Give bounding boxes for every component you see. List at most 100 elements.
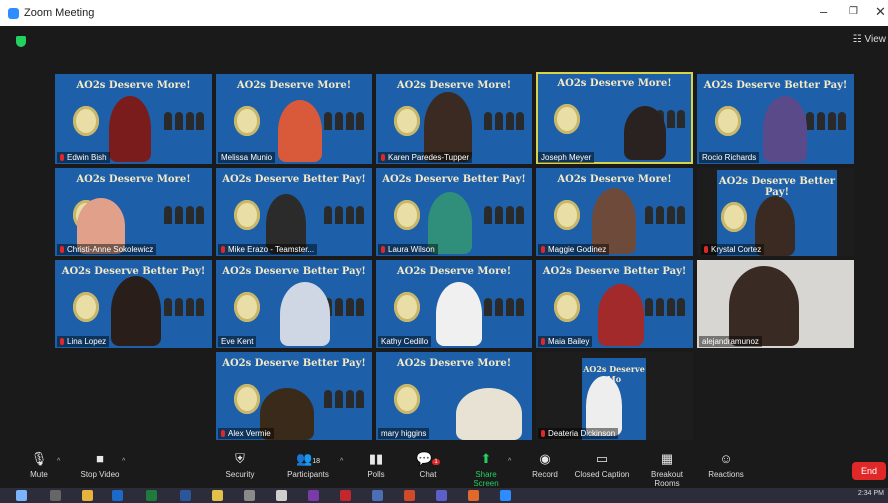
share-options-chevron-icon[interactable]: ^ (508, 458, 511, 465)
participant-tile[interactable]: AO2s Deserve Better Pay! Lina Lopez (55, 260, 212, 348)
participant-tile[interactable]: AO2s Deserve Better Pay! Eve Kent (216, 260, 372, 348)
file-explorer-icon[interactable] (212, 490, 223, 501)
mascot-group-icon (164, 198, 204, 224)
reactions-button[interactable]: ☺ Reactions (708, 452, 744, 480)
video-options-chevron-icon[interactable]: ^ (122, 458, 125, 465)
tile-banner: AO2s Deserve More! (396, 358, 512, 369)
participants-options-chevron-icon[interactable]: ^ (340, 458, 343, 465)
participant-tile[interactable]: AO2s Deserve More! mary higgins (376, 352, 532, 440)
seal-logo-icon (554, 104, 580, 134)
participant-tile[interactable]: AO2s Deserve Better Pay! Mike Erazo - Te… (216, 168, 372, 256)
muted-mic-icon (60, 154, 64, 161)
mascot-group-icon (484, 104, 524, 130)
view-button[interactable]: ☷ View (853, 34, 886, 45)
seal-logo-icon (554, 200, 580, 230)
active-speaker-tile[interactable]: AO2s Deserve More! Joseph Meyer (536, 72, 693, 164)
participant-tile[interactable]: AO2s Deserve Better Pay! Maia Bailey (536, 260, 693, 348)
participant-tile[interactable]: alejandramunoz (697, 260, 854, 348)
seal-logo-icon (394, 384, 420, 414)
stop-video-button[interactable]: ■ Stop Video (80, 452, 120, 480)
seal-logo-icon (721, 202, 747, 232)
close-icon[interactable]: ✕ (875, 4, 886, 20)
participant-name: Karen Paredes-Tupper (388, 153, 470, 162)
word-icon[interactable] (180, 490, 191, 501)
closed-caption-button[interactable]: ▭ Closed Caption (574, 452, 630, 480)
tile-banner: AO2s Deserve More! (236, 80, 352, 91)
start-icon[interactable] (16, 490, 27, 501)
participant-tile[interactable]: AO2s Deserve Better Pay! Rocio Richards (697, 74, 854, 164)
participant-name-tag: mary higgins (378, 428, 430, 439)
security-button[interactable]: ⛨ Security (224, 452, 256, 480)
share-screen-button[interactable]: ⬆ Share Screen (462, 452, 510, 489)
bar-chart-icon: ▮▮ (368, 451, 384, 466)
zoom-logo-icon (8, 7, 19, 19)
outlook-icon[interactable] (112, 490, 123, 501)
participant-tile[interactable]: AO2s Deserve Mo Deateria Dickinson (536, 352, 693, 440)
chat-unread-badge: 1 (432, 459, 440, 465)
participant-tile[interactable]: AO2s Deserve Better Pay! Krystal Cortez (697, 168, 854, 256)
participant-tile[interactable]: AO2s Deserve More! Kathy Cedillo (376, 260, 532, 348)
muted-mic-icon (60, 246, 64, 253)
excel-icon[interactable] (146, 490, 157, 501)
participant-tile[interactable]: AO2s Deserve More! Karen Paredes-Tupper (376, 74, 532, 164)
participant-tile[interactable]: AO2s Deserve More! Christi-Anne Sokolewi… (55, 168, 212, 256)
participant-name: Christi-Anne Sokolewicz (67, 245, 154, 254)
participant-name: Edwin Bish (67, 153, 107, 162)
stop-video-label: Stop Video (80, 470, 120, 479)
chat-button[interactable]: 💬 1 Chat (416, 452, 440, 479)
participant-video (278, 100, 322, 162)
view-label: View (864, 34, 887, 45)
participant-name-tag: Edwin Bish (57, 152, 110, 163)
participant-video (624, 106, 666, 160)
polls-label: Polls (367, 470, 385, 479)
participant-tile[interactable]: AO2s Deserve Better Pay! Laura Wilson (376, 168, 532, 256)
end-meeting-button[interactable]: End (852, 462, 886, 480)
teams-icon[interactable] (372, 490, 383, 501)
mute-label: Mute (30, 470, 48, 479)
chat-label: Chat (419, 470, 437, 479)
window-title: Zoom Meeting (24, 7, 95, 19)
participant-name-tag: Mike Erazo - Teamster... (218, 244, 318, 255)
tile-banner: AO2s Deserve Better Pay! (222, 358, 366, 369)
encryption-shield-icon[interactable] (16, 36, 26, 47)
task-view-icon[interactable] (50, 490, 61, 501)
tile-banner: AO2s Deserve More! (557, 174, 672, 185)
tile-banner: AO2s Deserve More! (557, 78, 672, 89)
participant-name-tag: Alex Vermie (218, 428, 274, 439)
mascot-group-icon (164, 290, 204, 316)
acrobat-icon[interactable] (340, 490, 351, 501)
participant-name-tag: Maggie Godinez (538, 244, 610, 255)
participant-name: Mike Erazo - Teamster... (228, 245, 315, 254)
zoom-taskbar-icon[interactable] (500, 490, 511, 501)
tile-banner: AO2s Deserve More! (396, 266, 512, 277)
participant-tile[interactable]: AO2s Deserve Better Pay! Alex Vermie (216, 352, 372, 440)
polls-button[interactable]: ▮▮ Polls (364, 451, 388, 480)
mascot-group-icon (645, 198, 685, 224)
participant-name: Krystal Cortez (711, 245, 762, 254)
participant-name-tag: Lina Lopez (57, 336, 110, 347)
mute-button[interactable]: 🎙 Mute (28, 452, 50, 480)
participant-name: Eve Kent (221, 337, 254, 346)
participants-button[interactable]: 👥18 Participants (286, 452, 330, 480)
system-clock[interactable]: 2:34 PM (858, 490, 884, 497)
reactions-label: Reactions (708, 470, 744, 479)
maximize-icon[interactable]: ❐ (849, 6, 858, 17)
audio-options-chevron-icon[interactable]: ^ (57, 458, 60, 465)
app-icon[interactable] (468, 490, 479, 501)
participant-tile[interactable]: AO2s Deserve More! Melissa Munio (216, 74, 372, 164)
participant-tile[interactable]: AO2s Deserve More! Edwin Bish (55, 74, 212, 164)
calculator-icon[interactable] (276, 490, 287, 501)
onenote-icon[interactable] (308, 490, 319, 501)
seal-logo-icon (234, 292, 260, 322)
record-button[interactable]: ◉ Record (530, 452, 560, 480)
muted-mic-icon (60, 338, 64, 345)
app-icon[interactable] (244, 490, 255, 501)
breakout-rooms-button[interactable]: ▦ Breakout Rooms (638, 452, 696, 489)
chrome-icon[interactable] (82, 490, 93, 501)
participant-video (280, 282, 330, 346)
app-icon[interactable] (436, 490, 447, 501)
powerpoint-icon[interactable] (404, 490, 415, 501)
participant-tile[interactable]: AO2s Deserve More! Maggie Godinez (536, 168, 693, 256)
minimize-icon[interactable]: – (820, 4, 827, 19)
mascot-group-icon (806, 104, 846, 130)
